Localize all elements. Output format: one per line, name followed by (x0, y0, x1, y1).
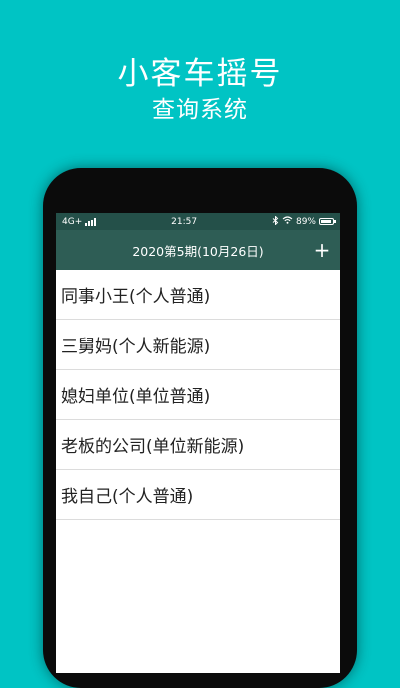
battery-percent: 89% (295, 216, 316, 227)
promo-title: 小客车摇号 (117, 56, 283, 92)
app-bar: 2020第5期(10月26日) + (56, 230, 340, 270)
list-item[interactable]: 同事小王(个人普通) (56, 270, 340, 320)
status-bar: 4G+ 21:57 89% (56, 213, 340, 230)
network-type: 4G+ (62, 216, 83, 227)
bluetooth-icon (272, 214, 279, 228)
status-time: 21:57 (171, 216, 198, 227)
wifi-icon (282, 216, 293, 227)
list-item[interactable]: 三舅妈(个人新能源) (56, 320, 340, 370)
battery-icon (318, 218, 336, 225)
entry-list: 同事小王(个人普通) 三舅妈(个人新能源) 媳妇单位(单位普通) 老板的公司(单… (56, 270, 340, 520)
signal-icon (85, 217, 97, 226)
add-button[interactable]: + (310, 238, 334, 262)
list-item[interactable]: 我自己(个人普通) (56, 470, 340, 520)
app-bar-title: 2020第5期(10月26日) (132, 243, 264, 259)
list-item[interactable]: 媳妇单位(单位普通) (56, 370, 340, 420)
list-item[interactable]: 老板的公司(单位新能源) (56, 420, 340, 470)
phone-screen: 4G+ 21:57 89% 2020第5期(10月26日) + 同事小王(个人普… (56, 213, 340, 673)
promo-subtitle: 查询系统 (152, 97, 248, 123)
